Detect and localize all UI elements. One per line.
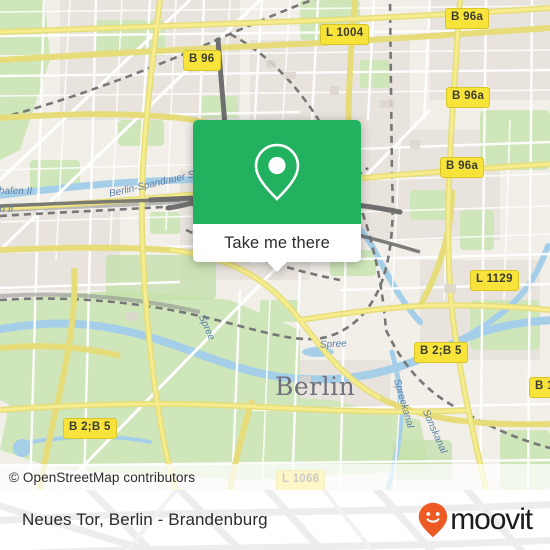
- map-canvas[interactable]: Berlin Berlin-Spandauer Schiff thafen II…: [0, 0, 550, 490]
- road-shield: B 96a: [440, 157, 485, 178]
- callout-action[interactable]: Take me there: [193, 224, 361, 262]
- destination-callout[interactable]: Take me there: [193, 120, 361, 272]
- callout-tail: [266, 261, 288, 272]
- moovit-wordmark: moovit: [450, 503, 533, 536]
- road-shield: B 2;B 5: [63, 418, 117, 439]
- place-title: Neues Tor, Berlin - Brandenburg: [22, 510, 268, 529]
- osm-attribution: © OpenStreetMap contributors: [0, 464, 550, 490]
- moovit-station-card: Berlin Berlin-Spandauer Schiff thafen II…: [0, 0, 550, 550]
- road-shield: B 2;B 5: [414, 342, 468, 363]
- road-shield: B 96a: [446, 87, 491, 108]
- moovit-smiling-pin-icon: [419, 502, 448, 538]
- moovit-brand[interactable]: moovit: [418, 502, 533, 538]
- road-shield: L 1004: [320, 24, 370, 45]
- road-shield: L 1129: [470, 270, 519, 291]
- callout-header: [193, 120, 361, 224]
- osm-attribution-text: © OpenStreetMap contributors: [9, 469, 196, 485]
- road-shield: B 1;: [529, 377, 550, 398]
- road-shield: B 96: [183, 50, 221, 71]
- callout-body: Take me there: [193, 120, 361, 262]
- location-pin-icon: [254, 143, 300, 201]
- callout-action-label: Take me there: [224, 233, 330, 252]
- road-shield: B 96a: [445, 8, 490, 29]
- footer-bar: Neues Tor, Berlin - Brandenburg moovit: [0, 490, 550, 550]
- footer-content: Neues Tor, Berlin - Brandenburg moovit: [0, 490, 550, 550]
